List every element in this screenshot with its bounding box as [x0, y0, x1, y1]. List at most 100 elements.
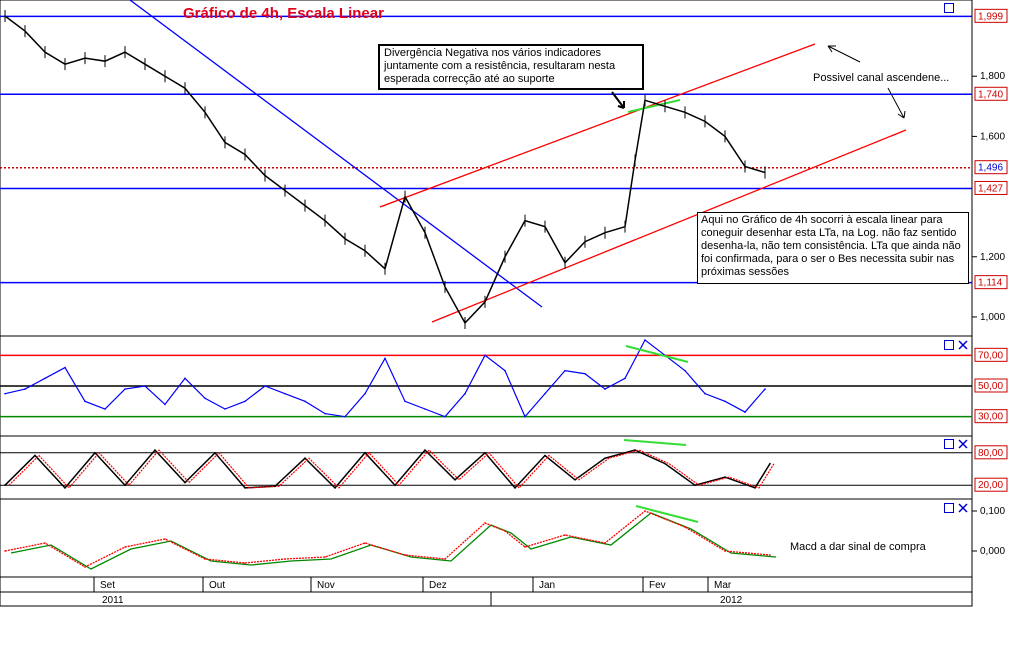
- stoch-point: [754, 487, 756, 489]
- rsi-point: [524, 415, 526, 418]
- rsi-point: [124, 388, 126, 390]
- channel-annotation: Possivel canal ascendene...: [813, 72, 950, 84]
- maximize-icon[interactable]: [944, 503, 954, 516]
- stoch-point: [124, 484, 126, 487]
- macd-point: [404, 554, 406, 556]
- rsi-tick-label: 30,00: [978, 412, 1003, 423]
- rsi-point: [644, 339, 646, 341]
- stoch-point: [304, 457, 306, 460]
- rsi-point: [344, 415, 346, 418]
- month-label: Set: [100, 580, 115, 591]
- rsi-point: [404, 400, 406, 403]
- macd-point: [364, 542, 366, 544]
- stoch-point: [364, 452, 366, 454]
- month-label: Out: [209, 580, 225, 591]
- linear-scale-note: Aqui no Gráfico de 4h socorri à escala l…: [697, 212, 969, 284]
- rsi-point: [244, 400, 246, 403]
- rsi-point: [464, 392, 466, 395]
- divergence-annotation: Divergência Negativa nos vários indicado…: [378, 44, 644, 90]
- month-label: Dez: [429, 580, 447, 591]
- macd-point: [684, 526, 686, 528]
- rsi-point: [4, 392, 6, 395]
- rsi-tick-label: 50,00: [978, 381, 1003, 392]
- macd-point: [444, 558, 446, 560]
- rsi-point: [304, 400, 306, 403]
- rsi-point: [64, 366, 66, 369]
- rsi-point: [544, 392, 546, 395]
- stoch-point: [634, 449, 636, 451]
- close-icon[interactable]: [958, 340, 968, 353]
- chart-svg: 1,999 1,740 1,496 1,427 1,114 1,800 1,600 1,200…: [0, 0, 1008, 607]
- stoch-panel-frame: [0, 435, 973, 500]
- y-tick-label: 1,800: [980, 71, 1005, 82]
- month-label: Fev: [649, 580, 666, 591]
- rsi-point: [384, 357, 386, 360]
- stoch-point: [244, 487, 246, 489]
- stoch-point: [4, 484, 6, 487]
- year-label: 2012: [720, 595, 743, 606]
- year-label: 2011: [102, 595, 124, 606]
- rsi-point: [704, 392, 706, 395]
- macd-point: [44, 542, 46, 544]
- chart-title: Gráfico de 4h, Escala Linear: [183, 5, 384, 22]
- y-tick-label: 1,000: [980, 312, 1005, 323]
- level-label: 1,496: [978, 163, 1003, 174]
- stoch-point: [94, 452, 96, 454]
- stoch-point: [454, 479, 456, 481]
- rsi-point: [564, 369, 566, 372]
- macd-point: [769, 554, 771, 556]
- maximize-icon[interactable]: [944, 3, 954, 16]
- close-icon[interactable]: [958, 503, 968, 516]
- stoch-point: [334, 487, 336, 489]
- rsi-point: [24, 388, 26, 390]
- macd-point: [324, 556, 326, 558]
- stoch-point: [424, 449, 426, 451]
- rsi-tick-label: 70,00: [978, 350, 1003, 361]
- rsi-point: [264, 385, 266, 387]
- month-label: Mar: [714, 580, 732, 591]
- macd-point: [4, 550, 6, 552]
- stoch-point: [544, 454, 546, 457]
- rsi-point: [284, 392, 286, 395]
- macd-annotation: Macd a dar sinal de compra: [790, 541, 926, 553]
- macd-point: [204, 558, 206, 560]
- rsi-point: [744, 411, 746, 413]
- macd-point: [564, 534, 566, 536]
- rsi-point: [144, 385, 146, 387]
- macd-point: [244, 562, 246, 564]
- stoch-point: [694, 484, 696, 487]
- rsi-point: [484, 354, 486, 357]
- macd-point: [84, 566, 86, 568]
- rsi-point: [84, 400, 86, 403]
- rsi-point: [204, 397, 206, 400]
- stoch-point: [484, 452, 486, 454]
- maximize-icon[interactable]: [944, 340, 954, 353]
- level-label: 1,999: [978, 11, 1003, 22]
- rsi-point: [324, 412, 326, 415]
- macd-point: [724, 550, 726, 552]
- rsi-point: [184, 377, 186, 380]
- rsi-point: [584, 372, 586, 375]
- level-label: 1,740: [978, 89, 1003, 100]
- maximize-icon[interactable]: [944, 439, 954, 452]
- macd-tick-label: 0,000: [980, 546, 1005, 557]
- stoch-point: [394, 484, 396, 487]
- macd-point: [284, 558, 286, 560]
- rsi-point: [604, 388, 606, 390]
- stoch-tick-label: 80,00: [978, 448, 1003, 459]
- close-icon[interactable]: [958, 439, 968, 452]
- macd-point: [164, 538, 166, 540]
- macd-tick-label: 0,100: [980, 506, 1005, 517]
- rsi-point: [444, 415, 446, 418]
- rsi-point: [224, 408, 226, 410]
- rsi-point: [44, 377, 46, 380]
- y-tick-label: 1,200: [980, 252, 1005, 263]
- macd-panel-frame: [0, 498, 973, 578]
- macd-point: [644, 510, 646, 512]
- level-label: 1,114: [978, 278, 1003, 289]
- rsi-point: [104, 408, 106, 410]
- stoch-point: [214, 452, 216, 454]
- macd-point: [124, 546, 126, 548]
- rsi-point: [624, 377, 626, 380]
- macd-point: [524, 546, 526, 548]
